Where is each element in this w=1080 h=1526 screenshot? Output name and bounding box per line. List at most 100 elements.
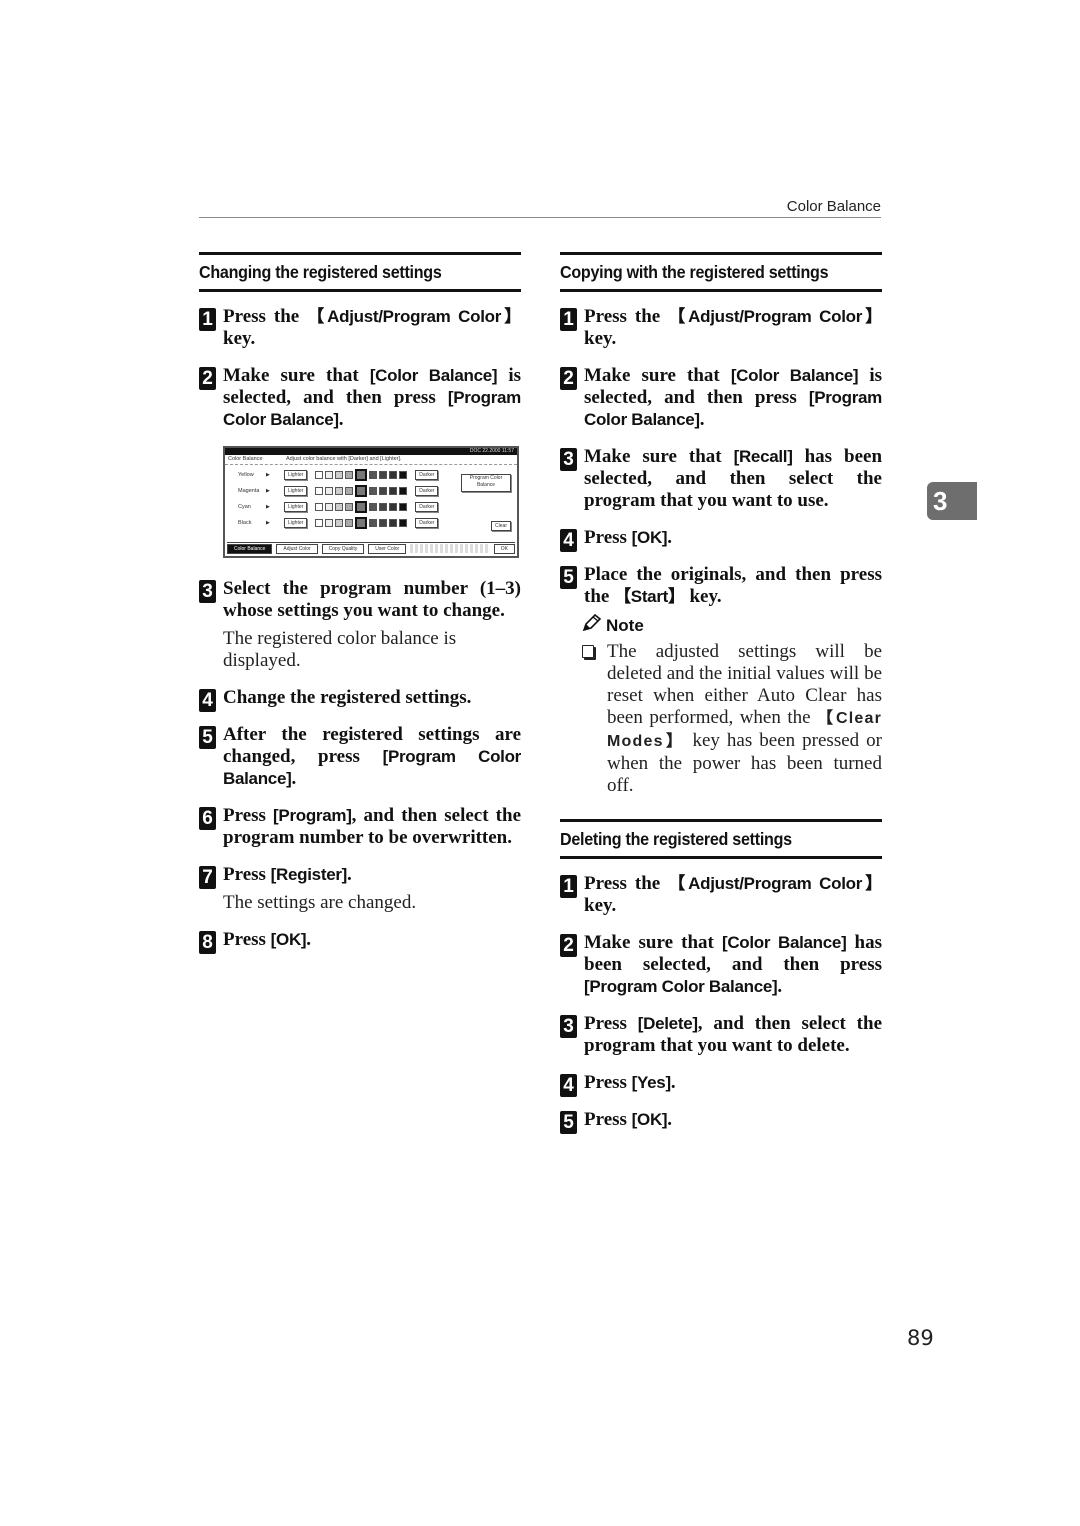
step-item: 8 Press [OK]. bbox=[199, 929, 521, 954]
step-item: 1 Press the 【Adjust/Program Color】 key. bbox=[199, 306, 521, 350]
chapter-tab: 3 bbox=[927, 482, 977, 520]
note-block: Note The adjusted settings will be delet… bbox=[582, 613, 882, 797]
pencil-icon bbox=[582, 613, 602, 637]
section-heading-text: Changing the registered settings bbox=[199, 262, 442, 282]
screen-title: Color Balance bbox=[228, 456, 263, 462]
step-text: Press [Register]. bbox=[223, 864, 352, 885]
arrow-icon: ▶ bbox=[266, 520, 270, 526]
note-title: Note bbox=[606, 615, 644, 635]
selected-level bbox=[354, 516, 369, 530]
step-number: 2 bbox=[199, 367, 216, 390]
screen-instruction: Adjust color balance with [Darker] and [… bbox=[286, 456, 402, 462]
step-number: 8 bbox=[199, 931, 216, 954]
step-result-text: The registered color balance is displaye… bbox=[223, 628, 457, 671]
header-rule bbox=[199, 217, 881, 218]
lighter-button[interactable]: Lighter bbox=[284, 502, 308, 512]
step-item: 3 Select the program number (1–3) whose … bbox=[199, 578, 521, 672]
step-item: 3 Make sure that [Recall] has been selec… bbox=[560, 446, 882, 512]
step-text: Press the 【Adjust/Program Color】 key. bbox=[584, 306, 882, 349]
step-number: 5 bbox=[199, 726, 216, 749]
darker-button[interactable]: Darker bbox=[415, 486, 439, 496]
lighter-button[interactable]: Lighter bbox=[284, 518, 308, 528]
color-balance-screen-image: DOC 22.2000 11:57 Color Balance Adjust c… bbox=[223, 446, 519, 558]
step-number: 4 bbox=[199, 689, 216, 712]
tab-copy-quality[interactable]: Copy Quality bbox=[321, 543, 365, 554]
step-number: 3 bbox=[560, 1015, 577, 1038]
screen-status-bar: DOC 22.2000 11:57 bbox=[225, 448, 517, 455]
section-heading-text: Copying with the registered settings bbox=[560, 262, 829, 282]
step-item: 6 Press [Program], and then select the p… bbox=[199, 805, 521, 849]
step-number: 4 bbox=[560, 529, 577, 552]
step-item: 7 Press [Register]. The settings are cha… bbox=[199, 864, 521, 914]
step-text: Press [OK]. bbox=[584, 1109, 673, 1130]
section-heading-text: Deleting the registered settings bbox=[560, 829, 792, 849]
step-number: 1 bbox=[199, 308, 216, 331]
step-result-text: The settings are changed. bbox=[223, 892, 417, 913]
arrow-icon: ▶ bbox=[266, 488, 270, 494]
step-text: Make sure that [Color Balance] is select… bbox=[584, 365, 882, 430]
arrow-icon: ▶ bbox=[266, 504, 270, 510]
lighter-button[interactable]: Lighter bbox=[284, 470, 308, 480]
step-number: 5 bbox=[560, 1111, 577, 1134]
note-heading: Note bbox=[582, 613, 882, 637]
step-number: 3 bbox=[199, 580, 216, 603]
step-number: 6 bbox=[199, 807, 216, 830]
lighter-button[interactable]: Lighter bbox=[284, 486, 308, 496]
step-item: 4 Press [Yes]. bbox=[560, 1072, 882, 1097]
step-text: Change the registered settings. bbox=[223, 687, 472, 708]
section-heading: Copying with the registered settings bbox=[560, 252, 882, 292]
step-number: 7 bbox=[199, 866, 216, 889]
ok-button[interactable]: OK bbox=[493, 543, 515, 554]
step-item: 4 Press [OK]. bbox=[560, 527, 882, 552]
tab-bar-filler bbox=[410, 544, 490, 553]
step-number: 2 bbox=[560, 934, 577, 957]
step-item: 2 Make sure that [Color Balance] is sele… bbox=[199, 365, 521, 431]
step-text: Make sure that [Color Balance] has been … bbox=[584, 932, 882, 997]
screen-title-row: Color Balance Adjust color balance with … bbox=[225, 455, 517, 465]
step-item: 5 Place the originals, and then press th… bbox=[560, 564, 882, 608]
color-row-cyan: Cyan ▶ Lighter Darker bbox=[225, 500, 439, 514]
running-header: Color Balance bbox=[786, 198, 881, 215]
color-row-magenta: Magenta ▶ Lighter Darker bbox=[225, 484, 439, 498]
arrow-icon: ▶ bbox=[266, 472, 270, 478]
step-text: Press [Program], and then select the pro… bbox=[223, 805, 521, 848]
step-item: 3 Press [Delete], and then select the pr… bbox=[560, 1013, 882, 1057]
color-row-black: Black ▶ Lighter Darker bbox=[225, 516, 439, 530]
section-heading: Deleting the registered settings bbox=[560, 819, 882, 859]
selected-level bbox=[354, 500, 369, 514]
step-number: 5 bbox=[560, 566, 577, 589]
row-label: Magenta bbox=[238, 488, 260, 494]
step-text: Press the 【Adjust/Program Color】 key. bbox=[223, 306, 521, 349]
step-text: Press [OK]. bbox=[223, 929, 312, 950]
checkbox-bullet-icon bbox=[582, 645, 594, 658]
step-item: 4 Change the registered settings. bbox=[199, 687, 521, 712]
selected-level bbox=[354, 484, 369, 498]
tab-user-color[interactable]: User Color bbox=[368, 543, 407, 554]
screen-tab-bar: Color Balance Adjust Color Copy Quality … bbox=[227, 542, 515, 554]
clear-button[interactable]: Clear bbox=[491, 521, 511, 531]
section-heading: Changing the registered settings bbox=[199, 252, 521, 292]
step-number: 2 bbox=[560, 367, 577, 390]
step-text: Make sure that [Color Balance] is select… bbox=[223, 365, 521, 430]
step-text: Press [Yes]. bbox=[584, 1072, 676, 1093]
note-item: The adjusted settings will be deleted an… bbox=[582, 641, 882, 797]
step-text: Press [OK]. bbox=[584, 527, 673, 548]
right-column: Copying with the registered settings 1 P… bbox=[560, 252, 882, 1146]
step-number: 3 bbox=[560, 448, 577, 471]
tab-adjust-color[interactable]: Adjust Color bbox=[276, 543, 318, 554]
step-text: Select the program number (1–3) whose se… bbox=[223, 578, 521, 621]
step-number: 1 bbox=[560, 875, 577, 898]
darker-button[interactable]: Darker bbox=[415, 518, 439, 528]
darker-button[interactable]: Darker bbox=[415, 502, 439, 512]
darker-button[interactable]: Darker bbox=[415, 470, 439, 480]
step-item: 5 Press [OK]. bbox=[560, 1109, 882, 1134]
selected-level bbox=[354, 468, 369, 482]
step-text: Press [Delete], and then select the prog… bbox=[584, 1013, 882, 1056]
row-label: Yellow bbox=[238, 472, 254, 478]
step-item: 2 Make sure that [Color Balance] is sele… bbox=[560, 365, 882, 431]
step-text: Press the 【Adjust/Program Color】 key. bbox=[584, 873, 882, 916]
tab-color-balance[interactable]: Color Balance bbox=[227, 543, 273, 554]
program-color-balance-button[interactable]: Program Color Balance bbox=[461, 474, 511, 492]
left-column: Changing the registered settings 1 Press… bbox=[199, 252, 521, 966]
row-label: Cyan bbox=[238, 504, 251, 510]
